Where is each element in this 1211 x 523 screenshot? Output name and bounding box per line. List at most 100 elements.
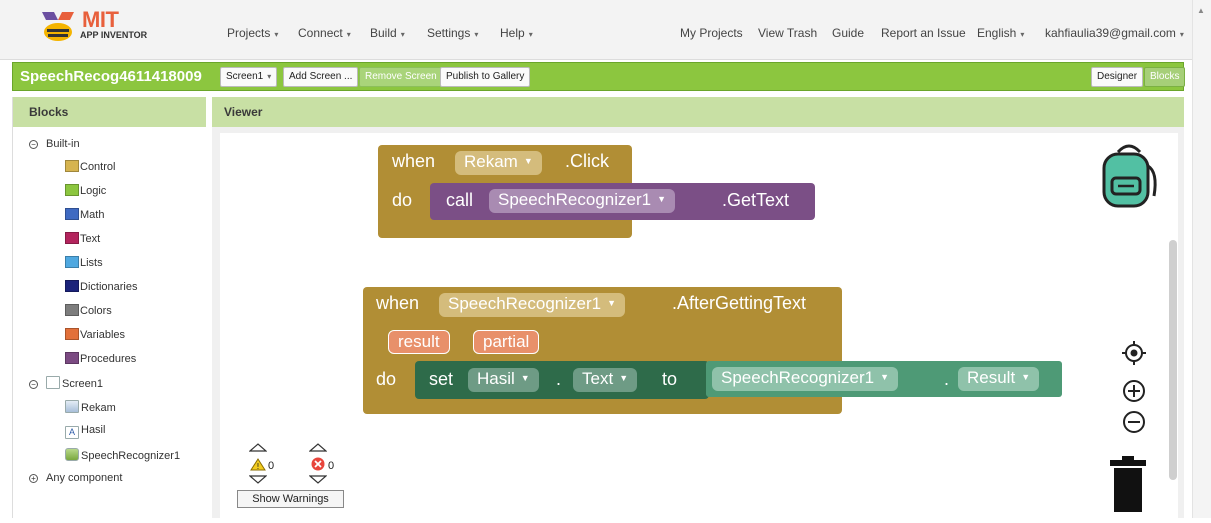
chevron-down-icon: ▼ [880,372,890,382]
block2-when-keyword: when [376,293,420,313]
expand-icon[interactable]: + [29,474,38,483]
menu-settings[interactable]: Settings ▾ [427,26,478,40]
block2-event-name: .AfterGettingText [672,293,807,313]
chevron-down-icon: ▼ [1021,372,1031,382]
block1-target-dropdown[interactable]: SpeechRecognizer1 ▼ [489,189,676,213]
drawer-logic[interactable]: Logic [65,184,106,197]
block1-when-keyword: when [392,151,436,171]
chevron-down-icon: ▼ [619,373,629,383]
link-guide[interactable]: Guide [832,26,864,40]
logo-subtext: APP INVENTOR [80,30,148,40]
set-component-dropdown[interactable]: Hasil ▼ [468,368,539,392]
chevron-down-icon: ▾ [474,30,479,39]
blocks-button[interactable]: Blocks [1144,67,1186,87]
tree-screen1[interactable]: − Screen1 [29,376,103,390]
chevron-down-icon: ▾ [1020,30,1025,39]
chevron-down-icon: ▼ [520,373,530,383]
tree-builtin[interactable]: − Built-in [29,138,80,150]
warnings-count: 0 [268,460,275,472]
chevron-down-icon: ▾ [267,72,272,81]
project-name: SpeechRecog4611418009 [20,68,202,85]
logic-swatch-icon [65,184,79,196]
publish-gallery-button[interactable]: Publish to Gallery [440,67,531,87]
warning-nav-icon[interactable]: ! [248,443,268,485]
show-warnings-button[interactable]: Show Warnings [237,490,344,508]
menu-help[interactable]: Help ▾ [500,26,533,40]
app-inventor-logo[interactable]: MIT APP INVENTOR [36,7,156,48]
component-hasil[interactable]: A Hasil [65,424,105,439]
block1-event-name: .Click [565,151,609,171]
drawer-variables[interactable]: Variables [65,328,125,341]
top-navbar: MIT APP INVENTOR Projects ▾ Connect ▾ Buil… [0,0,1196,60]
lists-swatch-icon [65,256,79,268]
block2-do-keyword: do [376,369,397,389]
set-dot: . [556,369,562,389]
block1-call-keyword: call [446,190,474,210]
drawer-lists[interactable]: Lists [65,256,103,269]
set-to-keyword: to [662,369,678,389]
component-speechrecognizer1[interactable]: SpeechRecognizer1 [65,448,180,462]
screen-dropdown[interactable]: Screen1 ▾ [220,67,278,87]
designer-button[interactable]: Designer [1091,67,1144,87]
menu-connect[interactable]: Connect ▾ [298,26,351,40]
add-screen-button[interactable]: Add Screen ... [283,67,359,87]
collapse-icon[interactable]: − [29,140,38,149]
control-swatch-icon [65,160,79,172]
screen-icon [46,376,60,389]
chevron-down-icon: ▾ [1179,30,1184,39]
getter-component-dropdown[interactable]: SpeechRecognizer1 ▼ [712,367,899,391]
drawer-dictionaries[interactable]: Dictionaries [65,280,137,293]
drawer-text[interactable]: Text [65,232,100,245]
component-rekam[interactable]: Rekam [65,400,116,414]
block2-set-keyword: set [429,369,454,389]
chevron-down-icon: ▼ [523,156,533,166]
menu-projects[interactable]: Projects ▾ [227,26,278,40]
scroll-up-icon[interactable]: ▲ [1197,6,1205,15]
block2-component-dropdown[interactable]: SpeechRecognizer1 ▼ [439,293,626,317]
link-my-projects[interactable]: My Projects [680,26,743,40]
recenter-icon[interactable] [1121,340,1147,366]
trash-icon[interactable] [1108,456,1148,512]
getter-property-dropdown[interactable]: Result ▼ [958,367,1040,391]
chevron-down-icon: ▾ [400,30,405,39]
project-toolbar: SpeechRecog4611418009 Screen1 ▾ Add Scree… [12,62,1186,91]
remove-screen-button[interactable]: Remove Screen [359,67,443,87]
drawer-colors[interactable]: Colors [65,304,112,317]
svg-text:!: ! [256,462,259,471]
blocks-panel-title: Blocks [13,97,206,127]
chevron-down-icon: ▾ [528,30,533,39]
workspace-scrollbar[interactable] [1169,240,1177,480]
drawer-math[interactable]: Math [65,208,104,221]
param-partial[interactable]: partial [473,330,540,354]
chevron-down-icon: ▼ [657,194,667,204]
block1-do-keyword: do [392,190,413,210]
drawer-control[interactable]: Control [65,160,115,173]
errors-count: 0 [328,460,335,472]
block1-component-dropdown[interactable]: Rekam ▼ [455,151,542,175]
warning-indicator: ! 0 [248,443,274,490]
chevron-down-icon: ▼ [607,298,617,308]
collapse-icon[interactable]: − [29,380,38,389]
set-property-dropdown[interactable]: Text ▼ [573,368,638,392]
text-swatch-icon [65,232,79,244]
zoom-out-icon[interactable] [1121,409,1147,435]
menu-language[interactable]: English ▾ [977,26,1024,40]
variables-swatch-icon [65,328,79,340]
link-report-issue[interactable]: Report an Issue [881,26,966,40]
procedures-swatch-icon [65,352,79,364]
menu-account[interactable]: kahfiaulia39@gmail.com ▾ [1045,26,1184,40]
zoom-in-icon[interactable] [1121,378,1147,404]
chevron-down-icon: ▾ [274,30,279,39]
error-indicator: 0 [308,443,334,490]
link-view-trash[interactable]: View Trash [758,26,817,40]
error-nav-icon[interactable] [308,443,328,485]
blocks-drawer-panel: Blocks − Built-in Control Logic Math Text… [12,97,206,518]
menu-build[interactable]: Build ▾ [370,26,405,40]
page-scrollbar[interactable]: ▲ [1192,0,1211,518]
bee-logo-icon [42,12,74,41]
label-icon: A [65,426,79,439]
backpack-icon[interactable] [1098,142,1160,210]
drawer-procedures[interactable]: Procedures [65,352,136,365]
param-result[interactable]: result [388,330,450,354]
tree-any-component[interactable]: + Any component [29,472,122,484]
